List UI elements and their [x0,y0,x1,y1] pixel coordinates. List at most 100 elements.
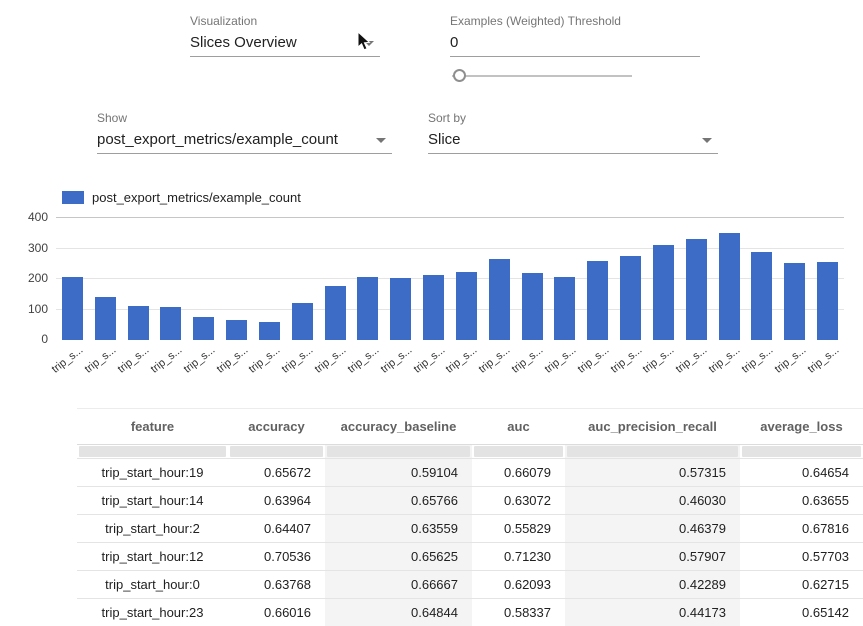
bar-20[interactable] [719,233,740,340]
table-row[interactable]: trip_start_hour:190.656720.591040.660790… [77,459,863,487]
x-axis-tick-label: trip_s... [777,344,841,398]
slices-overview-page: Visualization Slices Overview Examples (… [0,0,863,626]
visualization-select[interactable]: Slices Overview [190,30,380,57]
cell-average_loss: 0.57703 [740,543,863,571]
column-header-accuracy_baseline[interactable]: accuracy_baseline [325,409,472,445]
bar-18[interactable] [653,245,674,340]
cell-accuracy: 0.65672 [228,459,325,487]
cell-auc: 0.55829 [472,515,565,543]
table-row[interactable]: trip_start_hour:120.705360.656250.712300… [77,543,863,571]
cell-feature: trip_start_hour:23 [77,599,228,626]
legend-label: post_export_metrics/example_count [92,190,301,205]
cell-average_loss: 0.65142 [740,599,863,626]
cell-accuracy_baseline: 0.63559 [325,515,472,543]
cell-average_loss: 0.62715 [740,571,863,599]
bar-8[interactable] [325,286,346,340]
filter-cell-average_loss [740,445,863,459]
metrics-table-container: featureaccuracyaccuracy_baselineaucauc_p… [77,408,863,626]
cell-auc_precision_recall: 0.42289 [565,571,740,599]
y-axis-tick-label: 300 [8,241,48,255]
cell-accuracy_baseline: 0.64844 [325,599,472,626]
cell-average_loss: 0.63655 [740,487,863,515]
column-filter-input[interactable] [79,446,226,457]
bar-13[interactable] [489,259,510,340]
table-header-row: featureaccuracyaccuracy_baselineaucauc_p… [77,409,863,445]
column-header-auc[interactable]: auc [472,409,565,445]
threshold-slider[interactable] [452,69,632,83]
bar-5[interactable] [226,320,247,340]
y-axis-tick-label: 100 [8,302,48,316]
cell-auc: 0.63072 [472,487,565,515]
column-filter-input[interactable] [327,446,470,457]
cell-accuracy_baseline: 0.65766 [325,487,472,515]
slider-thumb[interactable] [453,69,466,82]
filter-cell-auc [472,445,565,459]
bar-14[interactable] [522,273,543,340]
bar-15[interactable] [554,277,575,340]
legend-swatch-icon [62,191,84,204]
bar-19[interactable] [686,239,707,340]
column-header-auc_precision_recall[interactable]: auc_precision_recall [565,409,740,445]
column-header-feature[interactable]: feature [77,409,228,445]
bar-1[interactable] [95,297,116,340]
table-row[interactable]: trip_start_hour:20.644070.635590.558290.… [77,515,863,543]
bar-17[interactable] [620,256,641,340]
column-filter-input[interactable] [567,446,738,457]
sort-by-select[interactable]: Slice [428,127,718,154]
cell-auc: 0.58337 [472,599,565,626]
bar-0[interactable] [62,277,83,340]
slider-track[interactable] [452,75,632,77]
column-filter-input[interactable] [474,446,563,457]
bar-plot: trip_s...trip_s...trip_s...trip_s...trip… [56,218,844,340]
bar-12[interactable] [456,272,477,340]
cell-feature: trip_start_hour:12 [77,543,228,571]
filter-cell-accuracy_baseline [325,445,472,459]
threshold-label: Examples (Weighted) Threshold [450,14,621,28]
sort-by-label: Sort by [428,111,466,125]
table-row[interactable]: trip_start_hour:230.660160.648440.583370… [77,599,863,626]
column-filter-input[interactable] [742,446,861,457]
bar-10[interactable] [390,278,411,340]
table-filter-row [77,445,863,459]
bar-3[interactable] [160,307,181,340]
cell-accuracy: 0.70536 [228,543,325,571]
cell-auc: 0.71230 [472,543,565,571]
cell-average_loss: 0.64654 [740,459,863,487]
cell-auc_precision_recall: 0.46030 [565,487,740,515]
bar-16[interactable] [587,261,608,340]
bar-22[interactable] [784,263,805,340]
cell-accuracy_baseline: 0.59104 [325,459,472,487]
column-filter-input[interactable] [230,446,323,457]
bar-4[interactable] [193,317,214,340]
show-value: post_export_metrics/example_count [97,131,338,148]
visualization-label: Visualization [190,14,257,28]
cell-feature: trip_start_hour:19 [77,459,228,487]
chevron-down-icon [702,138,712,143]
visualization-value: Slices Overview [190,34,297,51]
y-axis-tick-label: 0 [8,332,48,346]
cell-feature: trip_start_hour:14 [77,487,228,515]
cell-accuracy_baseline: 0.66667 [325,571,472,599]
threshold-input[interactable]: 0 [450,30,700,57]
bar-6[interactable] [259,322,280,340]
y-axis-tick-label: 400 [8,210,48,224]
bar-21[interactable] [751,252,772,340]
table-row[interactable]: trip_start_hour:140.639640.657660.630720… [77,487,863,515]
bar-7[interactable] [292,303,313,340]
cell-auc_precision_recall: 0.46379 [565,515,740,543]
threshold-value: 0 [450,34,458,51]
y-axis-tick-label: 200 [8,271,48,285]
chevron-down-icon [376,138,386,143]
show-select[interactable]: post_export_metrics/example_count [97,127,392,154]
slices-bar-chart: post_export_metrics/example_count trip_s… [0,185,863,390]
cell-accuracy: 0.64407 [228,515,325,543]
table-row[interactable]: trip_start_hour:00.637680.666670.620930.… [77,571,863,599]
chevron-down-icon [364,41,374,46]
bar-23[interactable] [817,262,838,340]
column-header-average_loss[interactable]: average_loss [740,409,863,445]
bar-2[interactable] [128,306,149,340]
column-header-accuracy[interactable]: accuracy [228,409,325,445]
bar-11[interactable] [423,275,444,340]
bar-9[interactable] [357,277,378,340]
show-label: Show [97,111,127,125]
